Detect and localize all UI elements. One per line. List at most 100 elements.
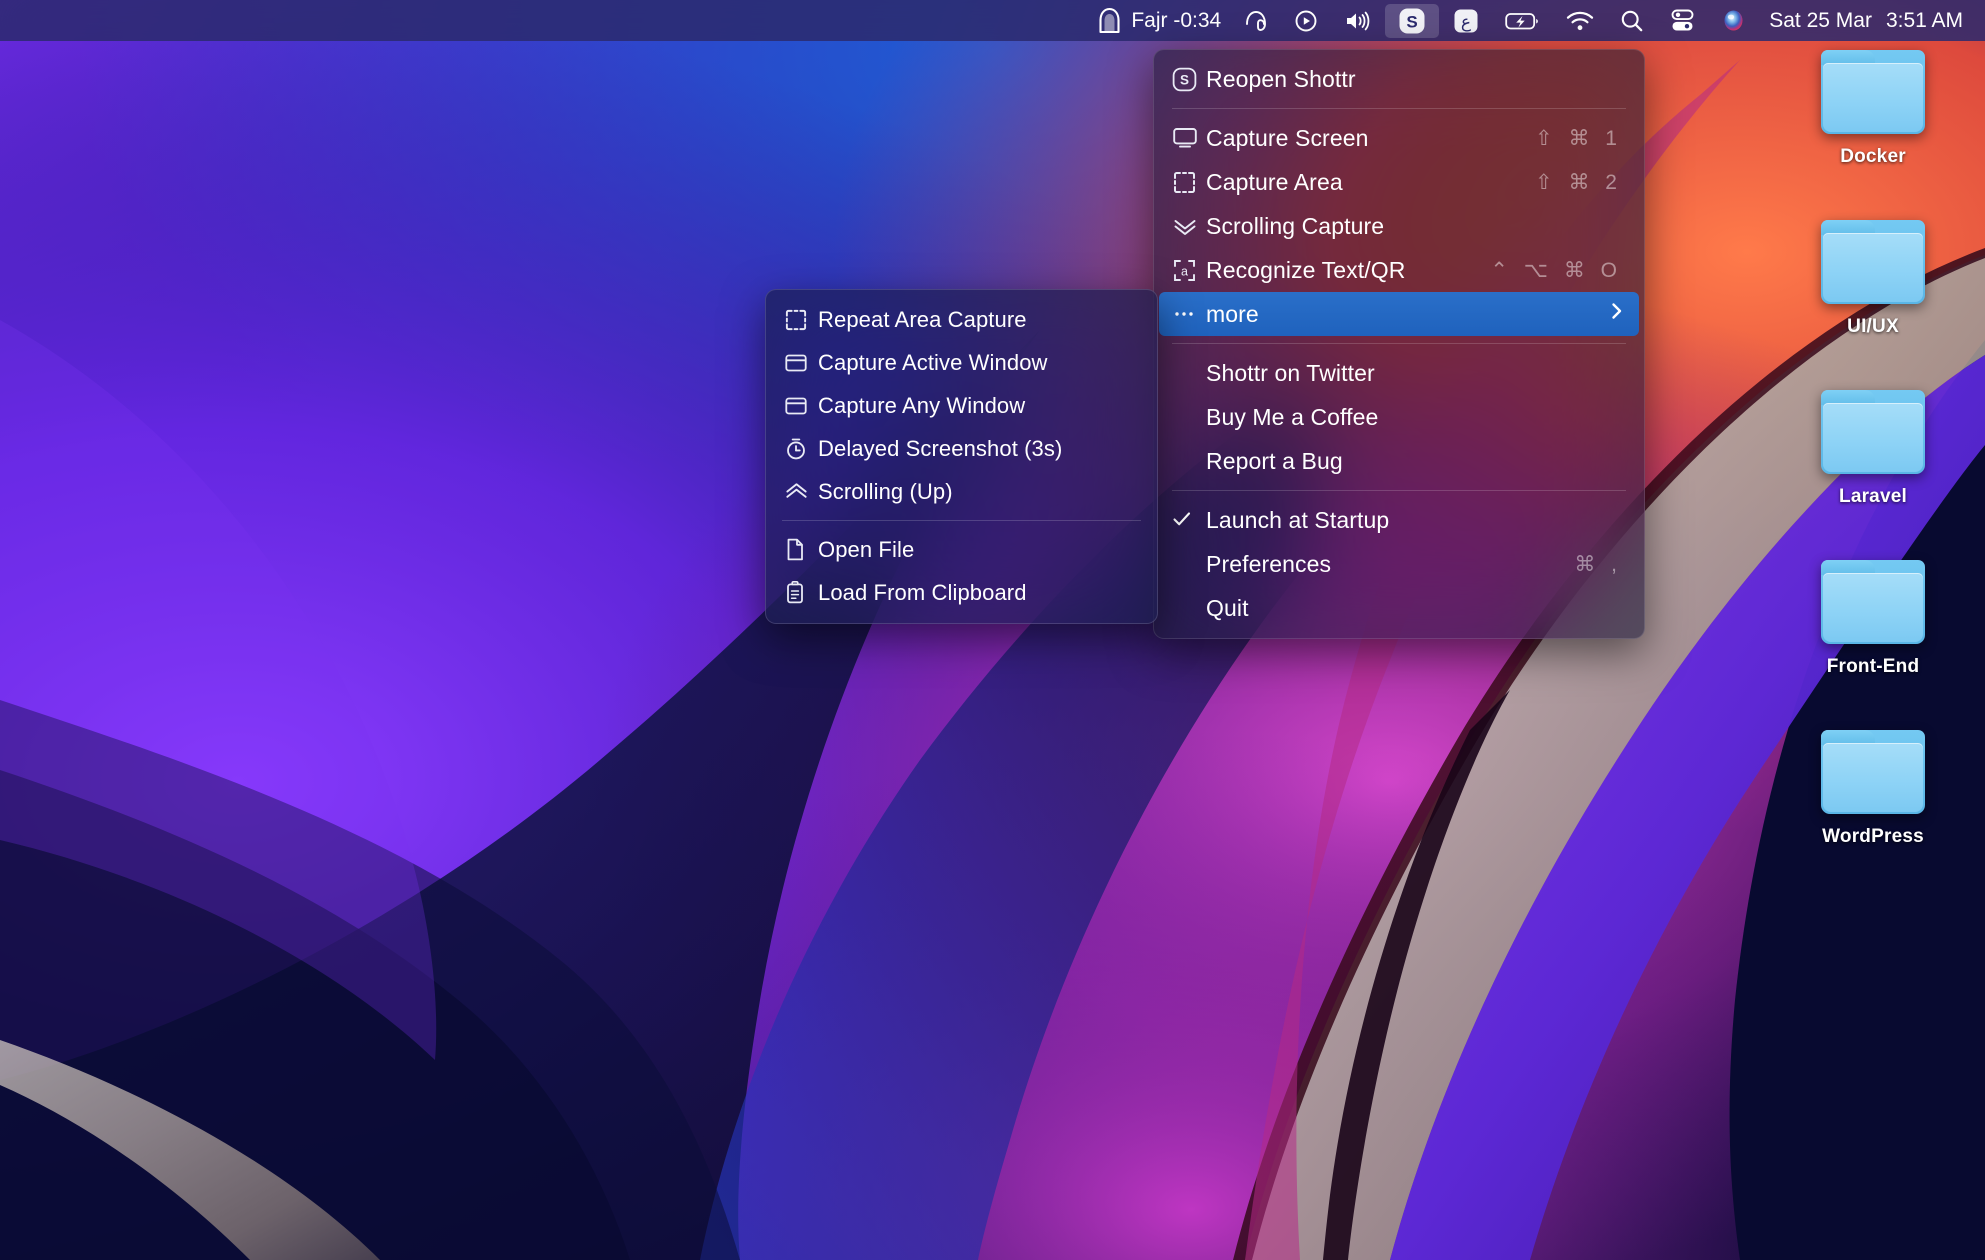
submenu-item-capture-active-window[interactable]: Capture Active Window	[771, 341, 1152, 384]
timer-icon	[784, 437, 818, 461]
svg-text:a: a	[1181, 264, 1188, 278]
menu-item-preferences[interactable]: Preferences ⌘ ,	[1159, 542, 1639, 586]
menubar-shottr[interactable]: S	[1385, 3, 1440, 38]
chevron-double-up-icon	[784, 481, 818, 503]
ellipsis-icon	[1172, 303, 1206, 325]
submenu-item-label: Open File	[818, 536, 915, 562]
menubar-volume[interactable]	[1331, 0, 1385, 41]
menu-item-shortcut: ⌃ ⌥ ⌘ O	[1490, 258, 1622, 282]
headphones-icon	[1243, 8, 1269, 34]
window-icon	[784, 352, 818, 374]
menu-item-label: Quit	[1206, 594, 1249, 621]
menubar-control-center[interactable]	[1657, 0, 1708, 41]
menubar-clock[interactable]: Sat 25 Mar 3:51 AM	[1759, 9, 1967, 33]
menu-item-launch-at-startup[interactable]: Launch at Startup	[1159, 498, 1639, 542]
submenu-item-label: Load From Clipboard	[818, 579, 1027, 605]
folder-frontend[interactable]: Front-End	[1783, 560, 1963, 678]
menubar-headphones[interactable]	[1231, 0, 1281, 41]
document-icon	[784, 537, 818, 562]
submenu-item-repeat-area-capture[interactable]: Repeat Area Capture	[771, 298, 1152, 341]
folder-label: Front-End	[1826, 656, 1920, 677]
menu-item-capture-area[interactable]: Capture Area ⇧ ⌘ 2	[1159, 160, 1639, 204]
battery-charging-icon	[1505, 9, 1541, 33]
folder-label: UI/UX	[1847, 316, 1899, 337]
menu-item-label: Preferences	[1206, 550, 1332, 577]
mosque-arch-icon	[1097, 7, 1122, 34]
clock-time: 3:51 AM	[1885, 8, 1963, 32]
crop-marks-icon	[784, 308, 818, 332]
folder-uiux[interactable]: UI/UX	[1783, 220, 1963, 338]
menubar-arabic-ain[interactable]: ع	[1439, 0, 1493, 41]
menu-item-label: Capture Screen	[1206, 124, 1369, 151]
menu-item-label: Recognize Text/QR	[1206, 256, 1406, 283]
menu-item-label: Shottr on Twitter	[1206, 359, 1375, 386]
svg-text:ع: ع	[1461, 12, 1471, 32]
arabic-ain-icon: ع	[1451, 6, 1481, 36]
menubar-battery[interactable]	[1493, 0, 1553, 41]
wifi-icon	[1565, 9, 1595, 33]
play-circle-icon	[1293, 8, 1319, 34]
shottr-more-submenu: Repeat Area Capture Capture Active Windo…	[765, 289, 1158, 624]
submenu-item-label: Scrolling (Up)	[818, 478, 953, 504]
desktop-wallpaper	[0, 0, 1985, 1260]
menu-item-reopen-shottr[interactable]: S Reopen Shottr	[1159, 57, 1639, 101]
prayer-time-label: Fajr -0:34	[1131, 8, 1222, 32]
menu-item-more[interactable]: more	[1159, 292, 1639, 336]
chevron-right-icon	[1610, 301, 1626, 327]
menu-item-capture-screen[interactable]: Capture Screen ⇧ ⌘ 1	[1159, 116, 1639, 160]
siri-icon	[1720, 7, 1747, 34]
svg-text:S: S	[1407, 12, 1418, 31]
folder-wordpress[interactable]: WordPress	[1783, 730, 1963, 848]
menu-item-label: Report a Bug	[1206, 447, 1343, 474]
menu-item-quit[interactable]: Quit	[1159, 586, 1639, 630]
menubar-spotlight[interactable]	[1607, 0, 1657, 41]
submenu-item-delayed-screenshot[interactable]: Delayed Screenshot (3s)	[771, 427, 1152, 470]
text-recognition-icon: a	[1172, 258, 1206, 283]
submenu-item-load-from-clipboard[interactable]: Load From Clipboard	[771, 571, 1152, 614]
folder-label: WordPress	[1822, 826, 1924, 847]
menu-separator	[1172, 343, 1626, 344]
menu-item-recognize-text-qr[interactable]: a Recognize Text/QR ⌃ ⌥ ⌘ O	[1159, 248, 1639, 292]
spotlight-search-icon	[1619, 8, 1645, 34]
folder-laravel[interactable]: Laravel	[1783, 390, 1963, 508]
wallpaper-art	[0, 0, 1985, 1260]
menu-item-shortcut: ⇧ ⌘ 2	[1535, 170, 1622, 194]
submenu-item-label: Capture Active Window	[818, 349, 1048, 375]
submenu-item-label: Capture Any Window	[818, 392, 1026, 418]
folder-icon	[1821, 730, 1925, 814]
submenu-item-capture-any-window[interactable]: Capture Any Window	[771, 384, 1152, 427]
folder-label: Docker	[1840, 146, 1906, 167]
chevron-double-down-icon	[1172, 215, 1206, 237]
submenu-item-scrolling-up[interactable]: Scrolling (Up)	[771, 470, 1152, 513]
menubar-prayer-time[interactable]: Fajr -0:34	[1087, 0, 1231, 41]
shottr-dropdown-menu: S Reopen Shottr Capture Screen ⇧ ⌘ 1 Cap…	[1153, 49, 1645, 639]
menubar-siri[interactable]	[1708, 0, 1759, 41]
desktop-icon-grid: Docker UI/UX Laravel Front-End WordPress	[1783, 50, 1963, 848]
menu-item-scrolling-capture[interactable]: Scrolling Capture	[1159, 204, 1639, 248]
menu-item-label: Buy Me a Coffee	[1206, 403, 1379, 430]
checkmark-icon	[1172, 507, 1206, 534]
menu-item-label: Scrolling Capture	[1206, 212, 1385, 239]
menu-item-report-a-bug[interactable]: Report a Bug	[1159, 439, 1639, 483]
display-icon	[1172, 126, 1206, 150]
shottr-icon: S	[1397, 6, 1427, 36]
folder-label: Laravel	[1839, 486, 1907, 507]
submenu-item-label: Repeat Area Capture	[818, 306, 1027, 332]
menubar-play[interactable]	[1281, 0, 1331, 41]
folder-icon	[1821, 220, 1925, 304]
menu-bar: Fajr -0:34 S ع Sat 25 Mar 3:51 AM	[0, 0, 1985, 41]
clipboard-icon	[784, 580, 818, 605]
menu-separator	[1172, 108, 1626, 109]
menu-separator	[1172, 490, 1626, 491]
menubar-wifi[interactable]	[1553, 0, 1607, 41]
menu-item-shottr-on-twitter[interactable]: Shottr on Twitter	[1159, 351, 1639, 395]
folder-icon	[1821, 560, 1925, 644]
menu-item-shortcut: ⌘ ,	[1574, 552, 1622, 576]
volume-icon	[1343, 8, 1373, 34]
submenu-item-open-file[interactable]: Open File	[771, 528, 1152, 571]
folder-icon	[1821, 50, 1925, 134]
control-center-icon	[1669, 7, 1696, 34]
submenu-item-label: Delayed Screenshot (3s)	[818, 435, 1063, 461]
menu-item-buy-me-a-coffee[interactable]: Buy Me a Coffee	[1159, 395, 1639, 439]
folder-docker[interactable]: Docker	[1783, 50, 1963, 168]
